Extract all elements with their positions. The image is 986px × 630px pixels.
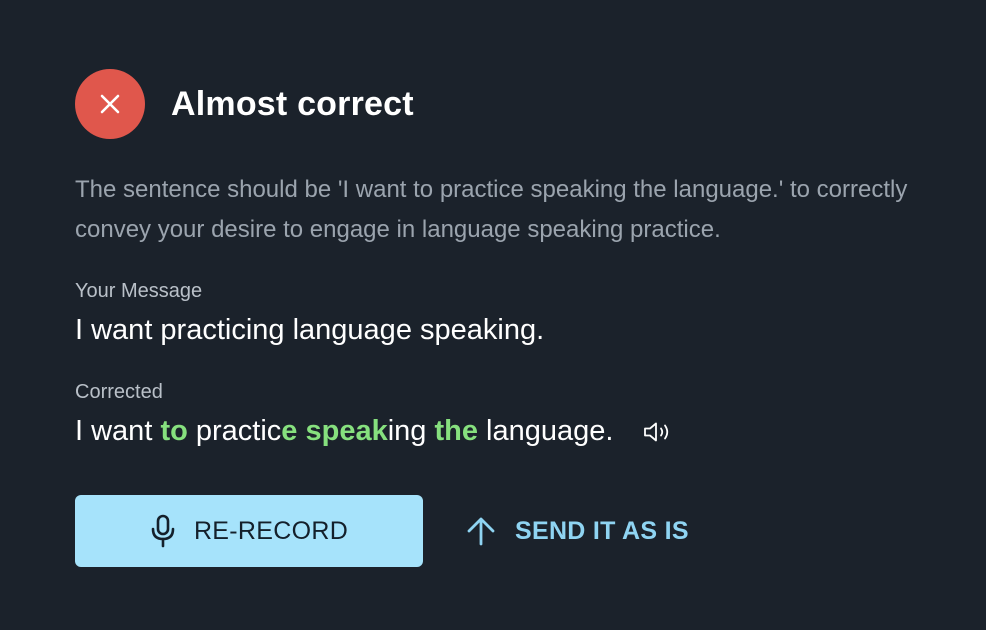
send-as-is-button[interactable]: SEND IT AS IS [465,495,689,567]
your-message-text: I want practicing language speaking. [75,314,545,346]
corrected-label: Corrected [75,381,163,403]
explanation-text: The sentence should be 'I want to practi… [75,176,908,243]
result-title: Almost correct [171,84,414,123]
corrected-text: I want to practice speaking the language… [75,415,613,448]
corrected-sentence: I want to practice speaking the language… [75,415,673,448]
speaker-icon [644,422,669,441]
result-header: Almost correct [75,69,414,139]
corrected-segment-highlight: e speak [281,415,388,447]
your-message-label: Your Message [75,280,203,302]
arrow-up-icon [467,517,495,546]
corrected-segment: ing [387,415,435,447]
play-audio-button[interactable] [643,420,673,444]
re-record-button[interactable]: RE-RECORD [75,495,423,567]
corrected-segment: practic [187,415,282,447]
corrected-segment-highlight: to [160,415,188,447]
corrected-segment: language. [477,415,614,447]
corrected-segment: I want [75,415,161,447]
close-icon [100,94,120,114]
error-status-badge [75,69,145,139]
feedback-panel: Almost correct The sentence should be 'I… [0,0,986,630]
send-as-is-label: SEND IT AS IS [515,516,689,545]
re-record-label: RE-RECORD [193,516,349,545]
corrected-segment-highlight: the [434,415,478,447]
microphone-icon [151,514,175,548]
